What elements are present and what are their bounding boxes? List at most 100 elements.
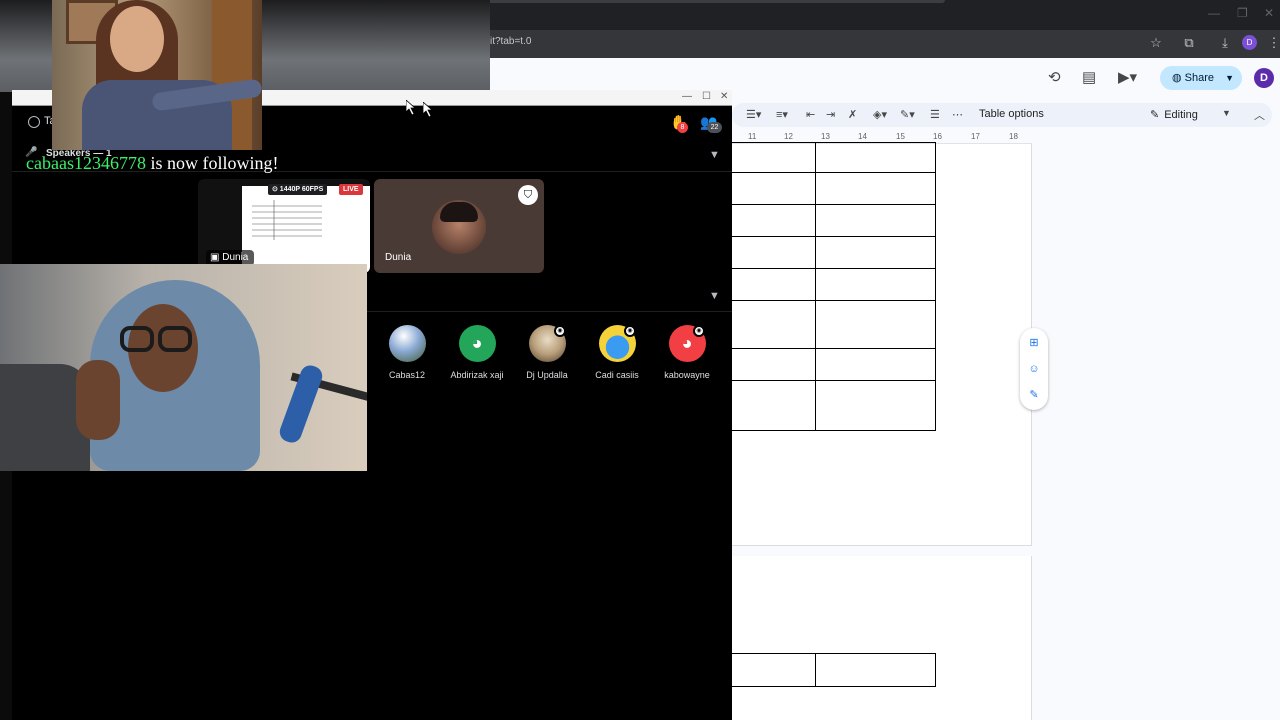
audience-name: kabowayne (664, 370, 710, 380)
chevron-down-icon[interactable]: ▼ (709, 149, 720, 161)
bookmark-star-icon[interactable]: ☆ (1146, 34, 1166, 52)
person-face (110, 6, 164, 72)
audience-name: Cabas12 (388, 370, 426, 380)
close-icon[interactable]: ✕ (1264, 6, 1274, 20)
decrease-indent-icon[interactable]: ⇤ (806, 108, 815, 121)
raised-hand-count: 8 (677, 122, 688, 133)
comments-icon[interactable]: ▤ (1082, 68, 1096, 86)
audience-member[interactable]: ◕ Abdirizak xaji (442, 325, 512, 380)
mouse-cursor-icon (423, 102, 434, 118)
download-icon[interactable]: ⤓ (1215, 34, 1235, 52)
follower-name: cabaas12346778 (26, 153, 146, 173)
address-bar[interactable]: it?tab=t.0 (490, 36, 531, 47)
table-cell[interactable] (728, 653, 816, 687)
globe-icon: ◍ (1172, 72, 1185, 84)
audience-name: Abdirizak xaji (450, 370, 504, 380)
meme-video-overlay (52, 0, 262, 150)
stream-preview (242, 186, 370, 273)
chevron-down-icon[interactable]: ▼ (709, 290, 720, 302)
ruler-mark: 17 (971, 132, 980, 141)
audience-member[interactable]: Cabas12 (372, 325, 442, 380)
collapse-menus-icon[interactable]: ︿ (1254, 107, 1265, 123)
table-cell[interactable] (728, 172, 816, 205)
pencil-icon: ✎ (1150, 109, 1160, 121)
share-label: Share (1184, 72, 1215, 84)
document-page[interactable] (728, 142, 1032, 546)
maximize-icon[interactable]: ☐ (702, 91, 711, 102)
audience-member[interactable]: Cadi casiis (582, 325, 652, 380)
table-cell[interactable] (815, 236, 936, 269)
stream-thumbnail (252, 200, 322, 240)
editing-label: Editing (1164, 109, 1198, 121)
speaker-name: Dunia (385, 252, 412, 263)
border-color-icon[interactable]: ✎▾ (900, 108, 915, 121)
table-options-button[interactable]: Table options (979, 108, 1044, 120)
audience-name: Dj Updalla (526, 370, 568, 380)
editing-mode-button[interactable]: ✎ Editing (1150, 108, 1198, 121)
minimize-icon[interactable]: — (1208, 6, 1220, 20)
emoji-reaction-icon[interactable]: ☺ (1027, 362, 1041, 376)
editing-caret-icon[interactable]: ▼ (1222, 108, 1231, 118)
share-caret-icon[interactable]: ▼ (1225, 66, 1234, 90)
table-cell[interactable] (728, 268, 816, 301)
table-cell[interactable] (815, 142, 936, 173)
avatar (388, 325, 426, 362)
increase-indent-icon[interactable]: ⇥ (826, 108, 835, 121)
ruler-mark: 18 (1009, 132, 1018, 141)
ruler-mark: 14 (858, 132, 867, 141)
document-page[interactable] (728, 556, 1032, 720)
table-cell[interactable] (728, 204, 816, 237)
table-cell[interactable] (728, 380, 816, 431)
avatar-hair (440, 202, 478, 222)
stream-user-name: Dunia (222, 252, 249, 263)
discord-logo-icon: ◕ (458, 325, 496, 362)
chrome-menu-icon[interactable]: ⋮ (1264, 34, 1280, 52)
cell-fill-icon[interactable]: ◈▾ (873, 108, 887, 121)
clear-formatting-icon[interactable]: ✗ (848, 108, 857, 121)
extensions-icon[interactable]: ⧉ (1179, 34, 1199, 52)
close-icon[interactable]: ✕ (720, 91, 728, 102)
screen-share-icon: ▣ (210, 252, 223, 263)
stream-quality-badge: ⊙ 1440P 60FPS (268, 184, 328, 195)
minimize-icon[interactable]: — (682, 91, 692, 102)
meet-icon[interactable]: ▶▾ (1118, 68, 1137, 86)
restore-icon[interactable]: ❐ (1237, 6, 1248, 20)
share-button[interactable]: ◍ Share ▼ (1160, 66, 1242, 90)
suggest-edits-icon[interactable]: ✎ (1027, 388, 1041, 402)
profile-avatar[interactable]: D (1242, 35, 1257, 50)
live-badge: LIVE (339, 184, 363, 195)
document-table[interactable] (728, 653, 936, 687)
table-cell[interactable] (815, 172, 936, 205)
mouse-cursor-icon (406, 100, 417, 116)
table-cell[interactable] (815, 348, 936, 381)
status-icon: ◉ (624, 325, 636, 337)
table-cell[interactable] (728, 236, 816, 269)
moderator-shield-icon: ⛉ (518, 185, 538, 205)
table-cell[interactable] (728, 300, 816, 349)
ruler-mark: 16 (933, 132, 942, 141)
border-width-icon[interactable]: ☰ (930, 108, 940, 121)
numbered-list-icon[interactable]: ≡▾ (776, 108, 788, 121)
document-table[interactable] (728, 142, 936, 431)
ruler-mark: 12 (784, 132, 793, 141)
status-icon: ◉ (554, 325, 566, 337)
side-action-bar: ⊞ ☺ ✎ (1020, 328, 1048, 410)
account-avatar[interactable]: D (1254, 68, 1274, 88)
version-history-icon[interactable]: ⟲ (1048, 68, 1061, 86)
table-cell[interactable] (728, 348, 816, 381)
border-dash-icon[interactable]: ⋯ (952, 108, 963, 121)
audience-member[interactable]: ◕ kabowayne (652, 325, 722, 380)
table-cell[interactable] (815, 204, 936, 237)
table-cell[interactable] (815, 653, 936, 687)
table-cell[interactable] (815, 380, 936, 431)
audience-member[interactable]: Dj Updalla (512, 325, 582, 380)
ruler-mark: 15 (896, 132, 905, 141)
webcam-overlay (0, 264, 367, 471)
bulleted-list-icon[interactable]: ☰▾ (746, 108, 761, 121)
stage-channel-icon (28, 116, 40, 128)
table-cell[interactable] (728, 142, 816, 173)
table-cell[interactable] (815, 300, 936, 349)
streamer-hand (76, 360, 120, 440)
table-cell[interactable] (815, 268, 936, 301)
add-comment-icon[interactable]: ⊞ (1027, 336, 1041, 350)
